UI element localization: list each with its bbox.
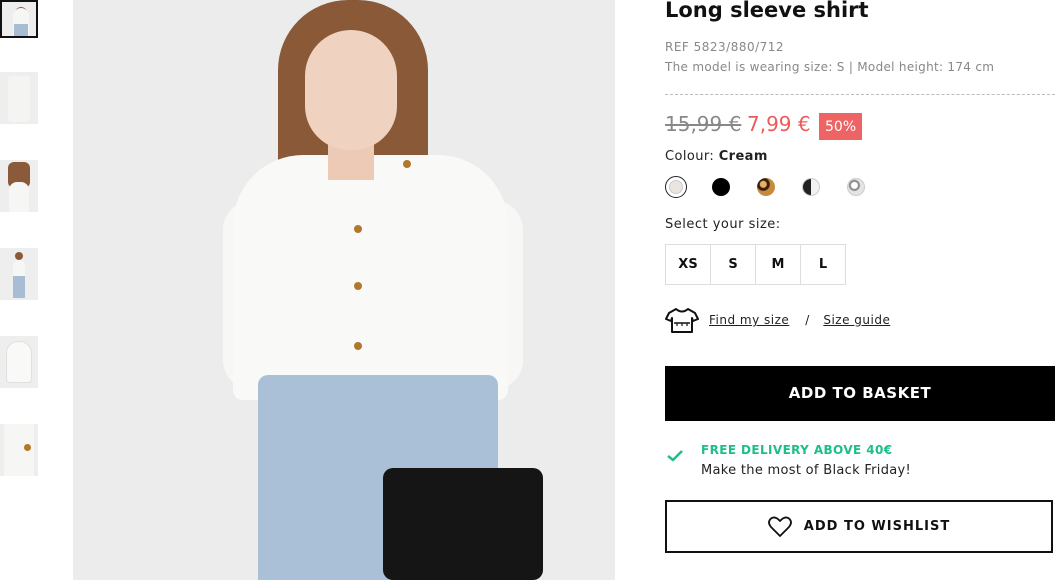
thumbnail-3[interactable] [0,160,38,212]
heart-icon [767,516,792,537]
thumbnail-6[interactable] [0,424,38,476]
swatch-leopard[interactable] [757,178,775,196]
colour-value: Cream [718,149,768,164]
discount-badge: 50% [819,113,863,140]
add-to-wishlist-button[interactable]: ADD TO WISHLIST [665,500,1053,553]
check-icon [667,447,683,466]
colour-label: Colour: [665,149,715,164]
sale-price: 7,99 € [747,112,811,136]
separator: / [805,313,810,327]
wishlist-label: ADD TO WISHLIST [803,519,951,534]
product-title: Long sleeve shirt [665,0,869,22]
thumbnail-1[interactable] [0,0,38,38]
swatch-black-white[interactable] [802,178,820,196]
find-my-size-link[interactable]: Find my size [709,313,789,327]
thumbnail-5[interactable] [0,336,38,388]
size-help: Find my size / Size guide [665,305,890,335]
size-xs[interactable]: XS [665,244,711,285]
product-reference: REF 5823/880/712 [665,40,785,54]
original-price: 15,99 € [665,112,742,136]
add-to-basket-button[interactable]: ADD TO BASKET [665,366,1055,421]
tshirt-icon [665,306,699,334]
delivery-subtitle: Make the most of Black Friday! [701,463,912,478]
model-info: The model is wearing size: S | Model hei… [665,60,995,74]
size-selector: XS S M L [665,244,846,285]
swatch-black[interactable] [712,178,730,196]
size-l[interactable]: L [800,244,846,285]
colour-info: Colour: Cream [665,149,768,164]
size-m[interactable]: M [755,244,801,285]
size-s[interactable]: S [710,244,756,285]
swatch-print[interactable] [847,178,865,196]
product-main-image[interactable] [73,0,615,580]
delivery-info: FREE DELIVERY ABOVE 40€ Make the most of… [665,441,1055,481]
divider [665,94,1055,95]
delivery-title: FREE DELIVERY ABOVE 40€ [701,443,893,457]
size-guide-link[interactable]: Size guide [823,313,890,327]
thumbnail-2[interactable] [0,72,38,124]
size-label: Select your size: [665,217,781,232]
thumbnail-4[interactable] [0,248,38,300]
swatch-cream[interactable] [665,176,687,198]
